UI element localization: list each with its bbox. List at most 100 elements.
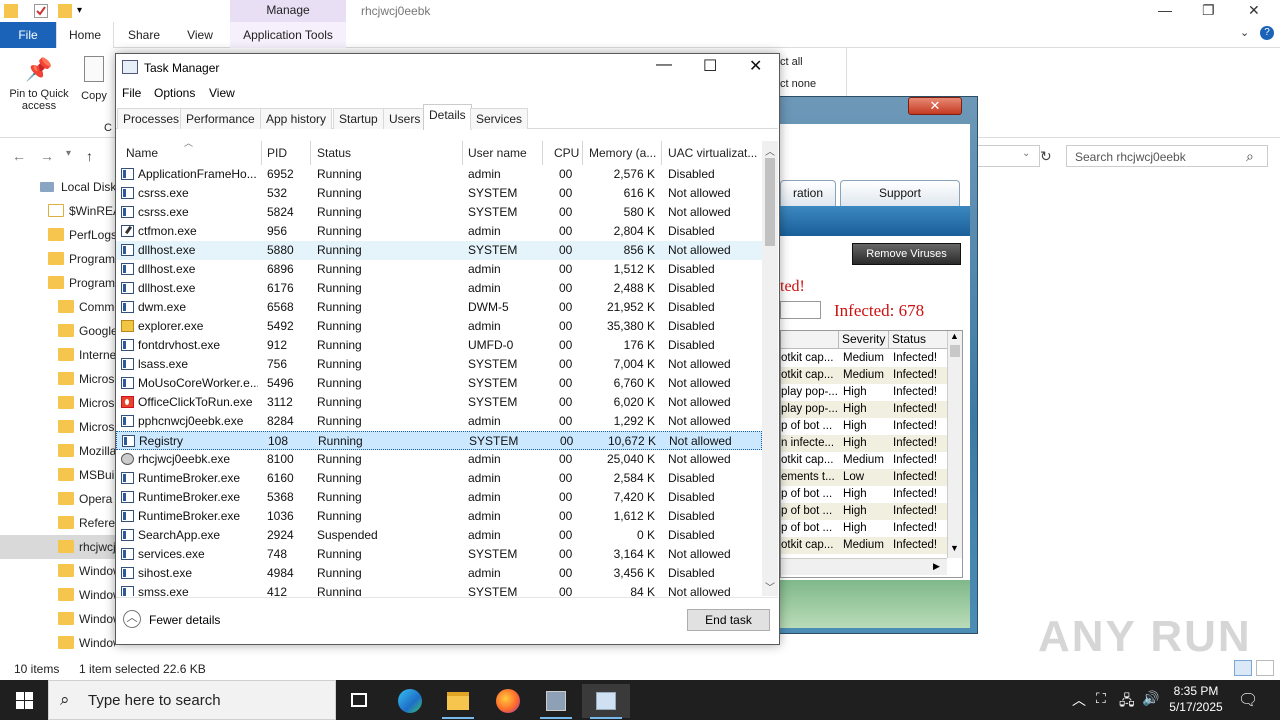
process-icon bbox=[121, 510, 134, 522]
process-status: Running bbox=[317, 547, 362, 561]
process-uac: Not allowed bbox=[668, 452, 731, 466]
process-row[interactable]: csrss.exe 5824 Running SYSTEM 00 580 K Not all… bbox=[116, 203, 762, 222]
process-pid: 8100 bbox=[267, 452, 294, 466]
end-task-button[interactable]: End task bbox=[687, 609, 770, 631]
process-memory: 1,512 K bbox=[613, 262, 655, 276]
process-name: RuntimeBroker.exe bbox=[138, 471, 241, 485]
process-status: Running bbox=[317, 224, 362, 238]
process-uac: Disabled bbox=[668, 281, 715, 295]
process-list-scroll-thumb[interactable] bbox=[765, 158, 775, 246]
process-row[interactable]: SearchApp.exe 2924 Suspended admin 00 0 K Disa… bbox=[116, 526, 762, 545]
process-status: Running bbox=[317, 566, 362, 580]
process-memory: 580 K bbox=[623, 205, 655, 219]
process-cpu: 00 bbox=[559, 186, 573, 200]
process-status: Running bbox=[317, 585, 362, 596]
process-row[interactable]: RuntimeBroker.exe 6160 Running admin 00 2,584… bbox=[116, 469, 762, 488]
process-cpu: 00 bbox=[559, 167, 573, 181]
large-icons-view-icon[interactable] bbox=[1256, 660, 1274, 676]
process-row[interactable]: RuntimeBroker.exe 1036 Running admin 00 1,612… bbox=[116, 507, 762, 526]
process-status: Running bbox=[317, 357, 362, 371]
process-user: SYSTEM bbox=[468, 357, 518, 371]
process-memory: 6,020 K bbox=[613, 395, 655, 409]
process-name: csrss.exe bbox=[138, 186, 189, 200]
process-user: SYSTEM bbox=[468, 243, 518, 257]
process-pid: 4984 bbox=[267, 566, 294, 580]
process-row[interactable]: dllhost.exe 5880 Running SYSTEM 00 856 K Not a… bbox=[116, 241, 762, 260]
process-row[interactable]: RuntimeBroker.exe 5368 Running admin 00 7,420… bbox=[116, 488, 762, 507]
process-name: ctfmon.exe bbox=[138, 224, 197, 238]
process-row[interactable]: fontdrvhost.exe 912 Running UMFD-0 00 176 K Di… bbox=[116, 336, 762, 355]
details-view-icon[interactable] bbox=[1234, 660, 1252, 676]
process-row[interactable]: rhcjwcj0eebk.exe 8100 Running admin 00 25,040… bbox=[116, 450, 762, 469]
process-pid: 912 bbox=[267, 338, 288, 352]
process-memory: 2,488 K bbox=[613, 281, 655, 295]
process-memory: 10,672 K bbox=[607, 434, 656, 448]
process-row[interactable]: explorer.exe 5492 Running admin 00 35,380 K Di… bbox=[116, 317, 762, 336]
process-icon bbox=[121, 244, 134, 256]
process-user: admin bbox=[468, 528, 501, 542]
process-cpu: 00 bbox=[559, 319, 573, 333]
notification-icon[interactable]: 🗨 bbox=[1238, 690, 1258, 710]
process-row[interactable]: services.exe 748 Running SYSTEM 00 3,164 K Not… bbox=[116, 545, 762, 564]
process-status: Running bbox=[317, 319, 362, 333]
process-uac: Disabled bbox=[668, 300, 715, 314]
network-icon[interactable]: 🖧 bbox=[1119, 690, 1135, 714]
fewer-details-link[interactable]: Fewer details bbox=[149, 613, 220, 627]
process-row[interactable]: smss.exe 412 Running SYSTEM 00 84 K Not allowe… bbox=[116, 583, 762, 596]
scroll-down-icon[interactable]: ﹀ bbox=[765, 579, 775, 594]
process-icon bbox=[121, 453, 134, 465]
windows-logo-icon bbox=[16, 692, 24, 700]
process-memory: 7,420 K bbox=[613, 490, 655, 504]
process-row[interactable]: pphcnwcj0eebk.exe 8284 Running admin 00 1,292… bbox=[116, 412, 762, 431]
process-pid: 5368 bbox=[267, 490, 294, 504]
scroll-up-icon[interactable]: ︿ bbox=[765, 143, 775, 158]
process-cpu: 00 bbox=[559, 205, 573, 219]
tree-item[interactable]: Windows bbox=[0, 631, 115, 655]
process-row[interactable]: dwm.exe 6568 Running DWM-5 00 21,952 K Disable… bbox=[116, 298, 762, 317]
tree-item[interactable]: Windows bbox=[0, 607, 115, 631]
process-cpu: 00 bbox=[559, 547, 573, 561]
process-row[interactable]: csrss.exe 532 Running SYSTEM 00 616 K Not allo… bbox=[116, 184, 762, 203]
edge-taskbar-button[interactable] bbox=[386, 684, 434, 718]
process-user: UMFD-0 bbox=[468, 338, 514, 352]
process-cpu: 00 bbox=[559, 490, 573, 504]
process-row[interactable]: dllhost.exe 6176 Running admin 00 2,488 K Disa… bbox=[116, 279, 762, 298]
taskbar-clock[interactable]: 8:35 PM 5/17/2025 bbox=[1166, 683, 1226, 715]
process-uac: Not allowed bbox=[668, 243, 731, 257]
task-view-button[interactable] bbox=[336, 684, 384, 718]
folder-icon bbox=[58, 612, 74, 625]
process-icon bbox=[121, 396, 134, 408]
process-memory: 35,380 K bbox=[606, 319, 655, 333]
process-status: Running bbox=[317, 376, 362, 390]
process-row[interactable]: ApplicationFrameHo... 6952 Running admin 00 2… bbox=[116, 165, 762, 184]
process-uac: Not allowed bbox=[668, 585, 731, 596]
process-list: ApplicationFrameHo... 6952 Running admin 00 2… bbox=[0, 0, 1280, 596]
process-pid: 6176 bbox=[267, 281, 294, 295]
chevron-up-icon[interactable]: ︿ bbox=[123, 610, 141, 628]
process-name: explorer.exe bbox=[138, 319, 204, 333]
file-explorer-taskbar-button[interactable] bbox=[434, 684, 482, 719]
process-status: Running bbox=[317, 509, 362, 523]
process-status: Running bbox=[317, 471, 362, 485]
show-hidden-icons[interactable]: ︿ bbox=[1072, 690, 1086, 710]
process-row[interactable]: dllhost.exe 6896 Running admin 00 1,512 K Disa… bbox=[116, 260, 762, 279]
task-manager-taskbar-button[interactable] bbox=[582, 684, 630, 719]
malware-taskbar-button[interactable] bbox=[532, 684, 580, 719]
process-icon bbox=[121, 358, 134, 370]
process-row[interactable]: OfficeClickToRun.exe 3112 Running SYSTEM 00 6… bbox=[116, 393, 762, 412]
process-row[interactable]: sihost.exe 4984 Running admin 00 3,456 K Disab… bbox=[116, 564, 762, 583]
process-status: Running bbox=[317, 186, 362, 200]
start-button[interactable] bbox=[0, 680, 48, 720]
process-pid: 5880 bbox=[267, 243, 294, 257]
process-uac: Disabled bbox=[668, 490, 715, 504]
process-row[interactable]: Registry 108 Running SYSTEM 00 10,672 K Not al… bbox=[116, 431, 762, 450]
process-name: RuntimeBroker.exe bbox=[138, 509, 241, 523]
process-row[interactable]: MoUsoCoreWorker.e... 5496 Running SYSTEM 00 6… bbox=[116, 374, 762, 393]
network-status-icon[interactable]: ⛶ bbox=[1096, 690, 1106, 707]
process-row[interactable]: lsass.exe 756 Running SYSTEM 00 7,004 K Not al… bbox=[116, 355, 762, 374]
volume-icon[interactable]: 🔊 bbox=[1142, 690, 1159, 707]
process-row[interactable]: ctfmon.exe 956 Running admin 00 2,804 K Disabl… bbox=[116, 222, 762, 241]
firefox-taskbar-button[interactable] bbox=[484, 684, 532, 718]
process-memory: 2,584 K bbox=[613, 471, 655, 485]
file-explorer-icon bbox=[447, 692, 469, 710]
